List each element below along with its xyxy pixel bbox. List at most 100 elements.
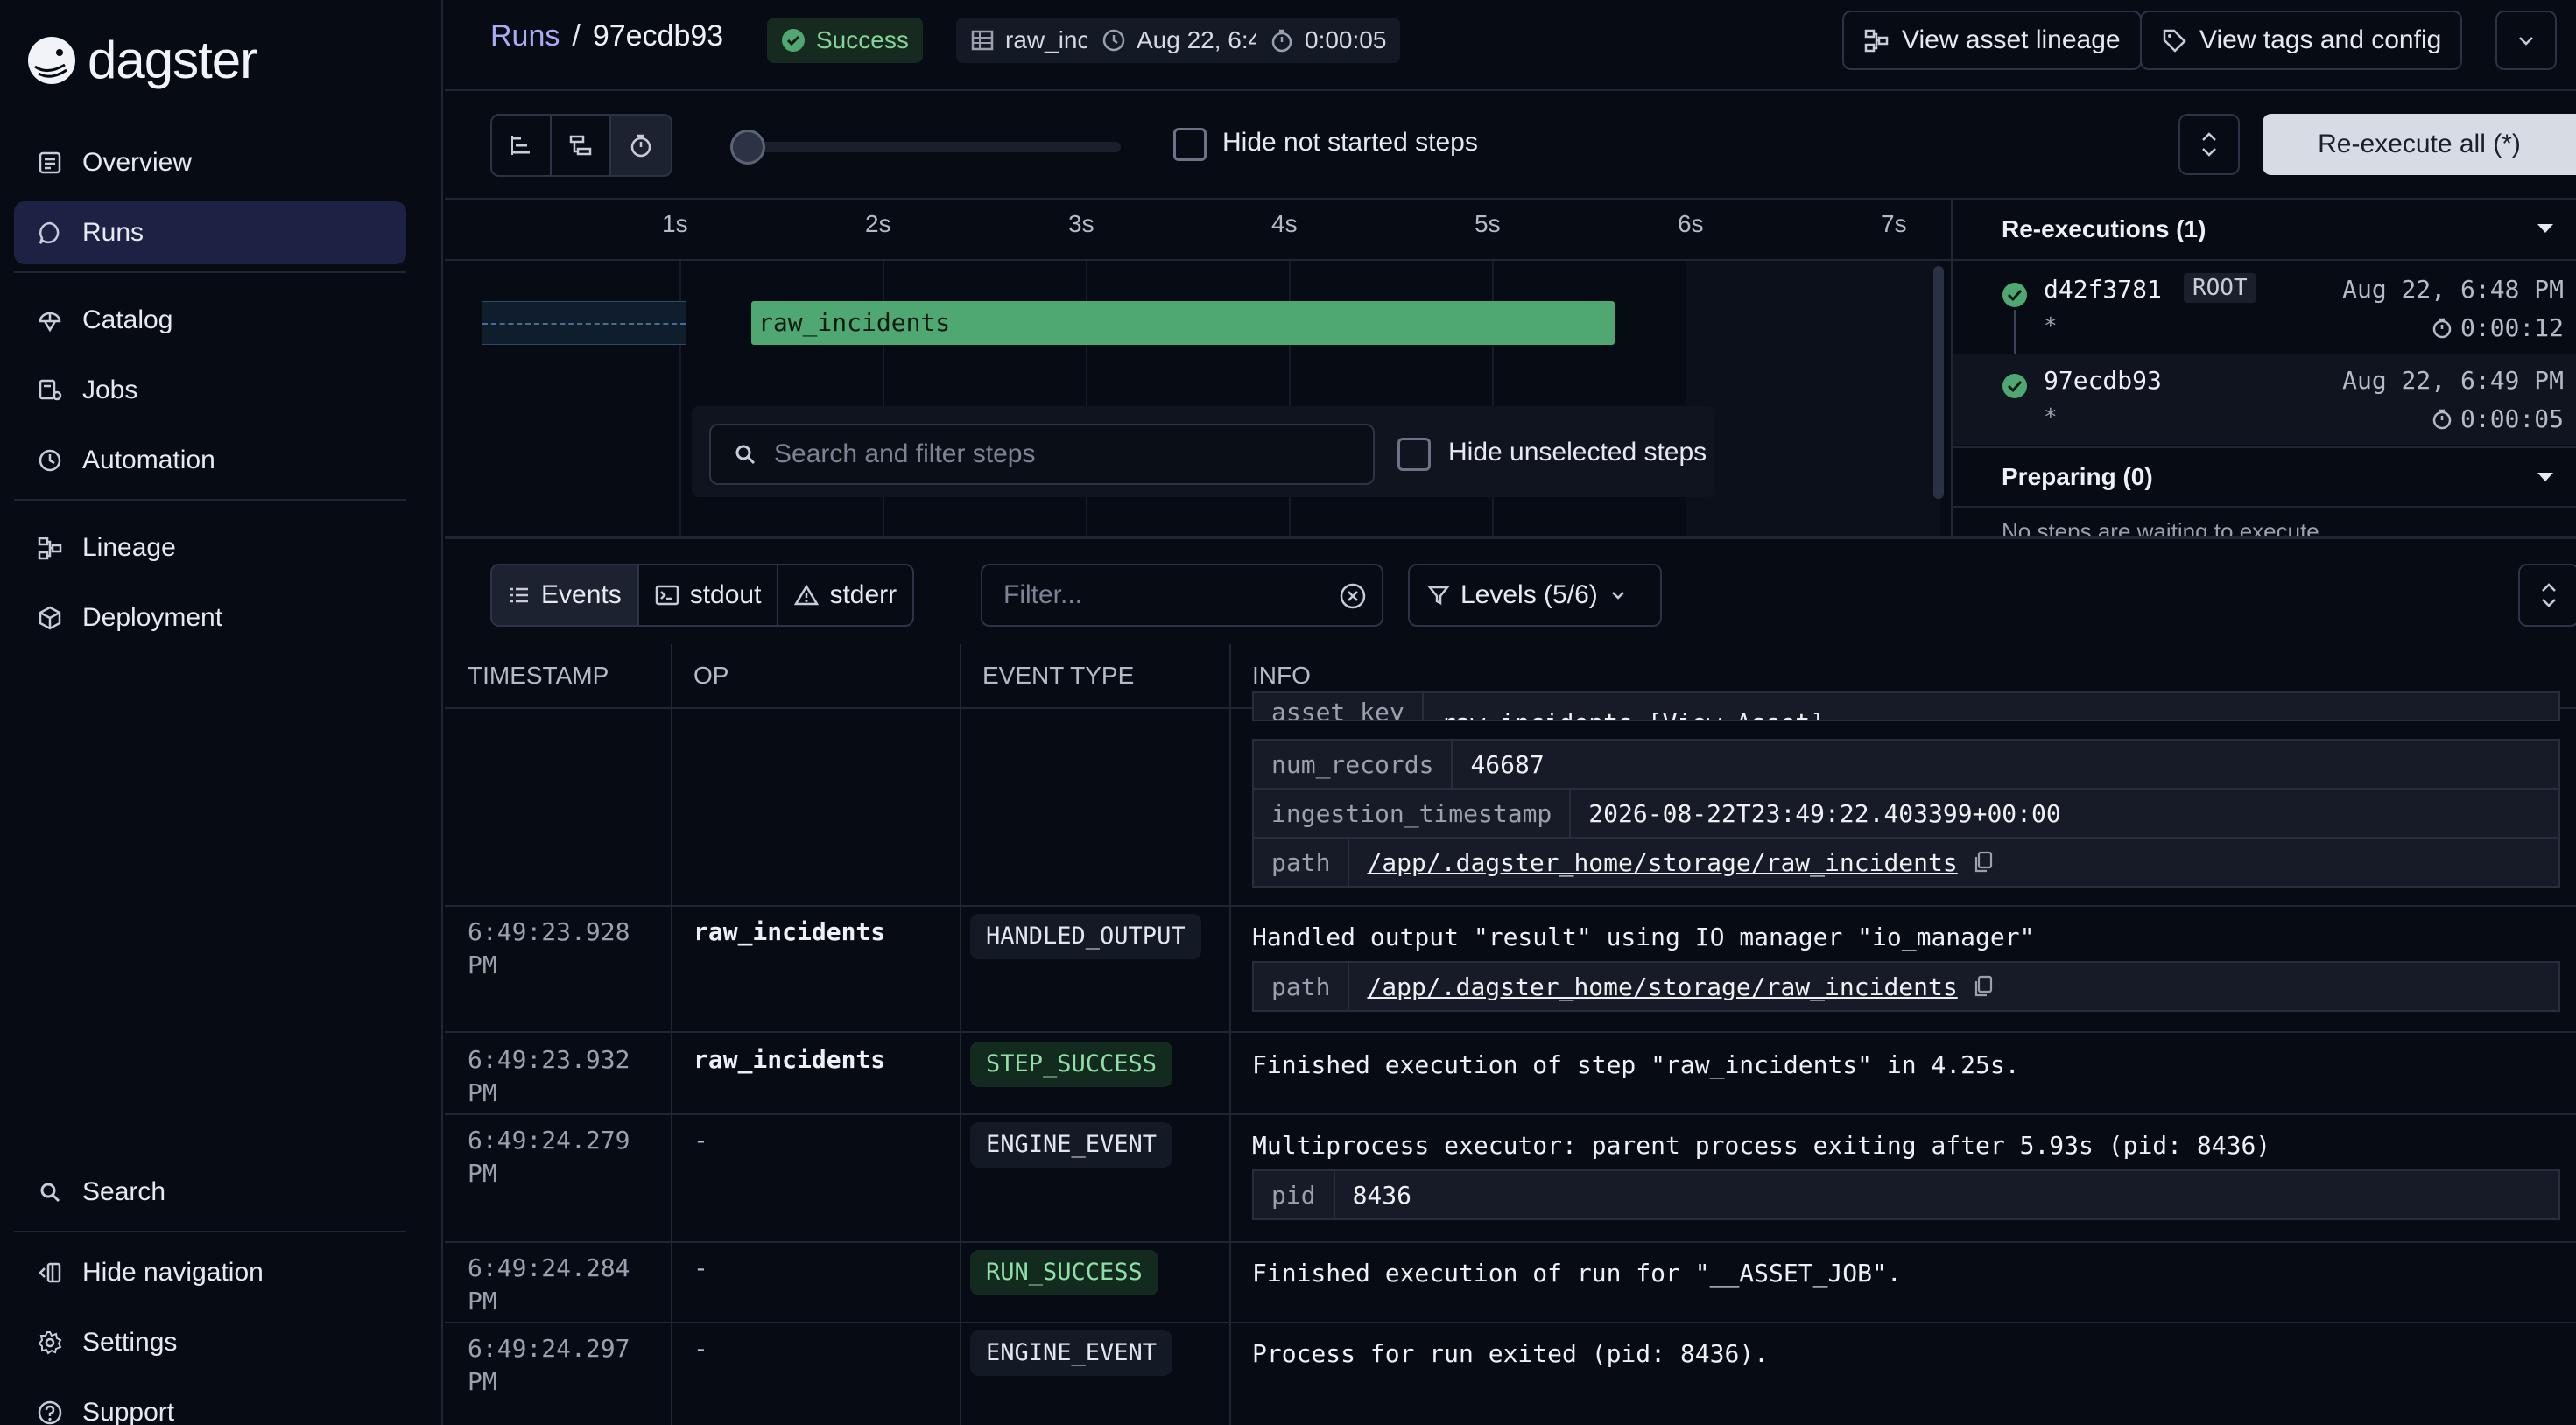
- copy-icon[interactable]: [1972, 974, 1995, 999]
- main-nav: Overview Runs Catalog Jobs Automation Li…: [14, 131, 406, 656]
- sidebar-item-label: Lineage: [82, 533, 176, 562]
- sidebar-item-deployment[interactable]: Deployment: [14, 586, 406, 649]
- log-filter-input[interactable]: Filter...: [981, 564, 1383, 627]
- sidebar-item-settings[interactable]: Settings: [14, 1311, 406, 1374]
- search-steps-input[interactable]: Search and filter steps: [709, 424, 1375, 485]
- run-id: 97ecdb93: [592, 19, 724, 53]
- tab-stderr[interactable]: stderr: [778, 565, 912, 625]
- warning-icon: [794, 584, 820, 606]
- gantt-step-bar[interactable]: raw_incidents: [751, 301, 1615, 345]
- op-name[interactable]: raw_incidents: [693, 917, 885, 946]
- log-type-tabs: Events stdout stderr: [490, 564, 915, 627]
- event-info: Process for run exited (pid: 8436).: [1252, 1339, 1770, 1368]
- breadcrumb: Runs / 97ecdb93: [490, 19, 723, 53]
- timestamp: 6:49:24.284 PM: [468, 1252, 660, 1318]
- event-info: Finished execution of step "raw_incident…: [1252, 1050, 2020, 1079]
- grouped-view-button[interactable]: [552, 116, 611, 175]
- column-header-timestamp[interactable]: TIMESTAMP: [445, 644, 609, 707]
- metadata-row: path /app/.dagster_home/storage/raw_inci…: [1252, 837, 2560, 888]
- metadata-value[interactable]: /app/.dagster_home/storage/raw_incidents: [1349, 848, 2011, 877]
- breadcrumb-runs-link[interactable]: Runs: [490, 19, 560, 53]
- chevron-down-icon: [2519, 37, 2533, 46]
- run-duration-value: 0:00:05: [2460, 404, 2564, 433]
- duration-tag: 0:00:05: [1256, 18, 1401, 63]
- sidebar-item-label: Jobs: [82, 376, 138, 404]
- preparing-header[interactable]: Preparing (0): [1953, 446, 2576, 508]
- event-info: Finished execution of run for "__ASSET_J…: [1252, 1259, 1902, 1288]
- reexecutions-header[interactable]: Re-executions (1): [1953, 200, 2576, 261]
- more-actions-button[interactable]: [2495, 11, 2557, 70]
- timer-icon: [630, 134, 651, 158]
- nav-divider: [14, 1231, 406, 1232]
- row-divider: [445, 1031, 2576, 1033]
- event-type-badge: HANDLED_OUTPUT: [970, 914, 1201, 959]
- op-name: -: [693, 1334, 708, 1363]
- log-toolbar: Events stdout stderr Filter... Levels (5…: [445, 536, 2576, 644]
- path-link[interactable]: /app/.dagster_home/storage/raw_incidents: [1367, 972, 1957, 1001]
- sidebar-item-lineage[interactable]: Lineage: [14, 516, 406, 579]
- tab-label: Events: [541, 580, 622, 609]
- gantt-scrollbar[interactable]: [1933, 266, 1944, 499]
- hide-not-started-checkbox[interactable]: [1173, 128, 1207, 161]
- catalog-icon: [39, 312, 61, 333]
- view-tags-config-button[interactable]: View tags and config: [2140, 11, 2463, 70]
- sidebar-item-support[interactable]: Support: [14, 1381, 406, 1425]
- column-header-event-type[interactable]: EVENT TYPE: [960, 644, 1134, 707]
- timestamp-ampm: PM: [468, 1367, 497, 1396]
- root-badge: ROOT: [2184, 273, 2256, 303]
- view-asset-lineage-button[interactable]: View asset lineage: [1842, 11, 2142, 70]
- metadata-value[interactable]: raw_incidents [View Asset]: [1424, 708, 1842, 720]
- preparing-title: Preparing (0): [2002, 463, 2153, 490]
- levels-filter-button[interactable]: Levels (5/6): [1408, 564, 1662, 627]
- metadata-key: asset_key: [1254, 693, 1424, 720]
- path-link[interactable]: /app/.dagster_home/storage/raw_incidents: [1367, 848, 1957, 877]
- tab-events[interactable]: Events: [492, 565, 639, 625]
- event-log-table: TIMESTAMP OP EVENT TYPE INFO asset_key r…: [445, 644, 2576, 1425]
- metadata-value: 2026-08-22T23:49:22.403399+00:00: [1588, 798, 2061, 828]
- metadata-row: asset_key raw_incidents [View Asset]: [1252, 691, 2560, 721]
- sidebar-item-label: Automation: [82, 446, 215, 474]
- timestamp-ampm: PM: [468, 951, 497, 979]
- metadata-value[interactable]: /app/.dagster_home/storage/raw_incidents: [1349, 972, 2011, 1001]
- tab-stdout[interactable]: stdout: [639, 565, 779, 625]
- zoom-slider-handle[interactable]: [730, 130, 765, 165]
- expand-vertical-icon: [2542, 583, 2556, 607]
- hide-unselected-checkbox[interactable]: [1397, 438, 1431, 471]
- sidebar-item-automation[interactable]: Automation: [14, 429, 406, 492]
- copy-icon[interactable]: [1972, 850, 1995, 874]
- reexecution-run-row[interactable]: 97ecdb93 * Aug 22, 6:49 PM 0:00:05: [1953, 354, 2576, 445]
- sidebar-item-search[interactable]: Search: [14, 1161, 406, 1224]
- clear-icon[interactable]: [1338, 581, 1368, 611]
- reexecution-run-row[interactable]: d42f3781 ROOT * Aug 22, 6:48 PM 0:00:12: [1953, 263, 2576, 354]
- timed-view-button[interactable]: [611, 116, 671, 175]
- dagster-logo-icon: [28, 36, 75, 84]
- sidebar-item-jobs[interactable]: Jobs: [14, 359, 406, 422]
- expand-logs-button[interactable]: [2518, 564, 2576, 627]
- event-info: Handled output "result" using IO manager…: [1252, 923, 2035, 951]
- chevron-down-icon: [1611, 592, 1624, 600]
- op-name[interactable]: raw_incidents: [693, 1045, 885, 1074]
- breadcrumb-separator: /: [572, 19, 581, 53]
- grouped-icon: [569, 135, 592, 156]
- timestamp: 6:49:23.928 PM: [468, 916, 660, 982]
- check-circle-icon: [782, 29, 805, 52]
- gantt-tick-label: 2s: [865, 210, 891, 237]
- reexecute-all-button[interactable]: Re-execute all (*): [2263, 114, 2576, 175]
- sidebar-item-catalog[interactable]: Catalog: [14, 289, 406, 352]
- timestamp: 6:49:24.279 PM: [468, 1124, 660, 1190]
- sidebar-item-runs[interactable]: Runs: [14, 201, 406, 264]
- zoom-slider-track[interactable]: [732, 142, 1121, 152]
- sidebar-item-overview[interactable]: Overview: [14, 131, 406, 194]
- overview-icon: [39, 151, 61, 174]
- gantt-future-region: [1686, 261, 1940, 536]
- run-id: d42f3781: [2044, 275, 2162, 304]
- gantt-chart: 1s 2s 3s 4s 5s 6s 7s raw_incidents Searc…: [445, 200, 1951, 536]
- expand-gantt-button[interactable]: [2178, 114, 2240, 175]
- sidebar-item-label: Settings: [82, 1328, 178, 1357]
- dagster-logo[interactable]: dagster: [26, 30, 257, 90]
- runs-icon: [39, 221, 60, 244]
- automation-icon: [39, 449, 61, 472]
- waterfall-view-button[interactable]: [492, 116, 552, 175]
- sidebar-item-hide-navigation[interactable]: Hide navigation: [14, 1241, 406, 1304]
- column-header-op[interactable]: OP: [671, 644, 728, 707]
